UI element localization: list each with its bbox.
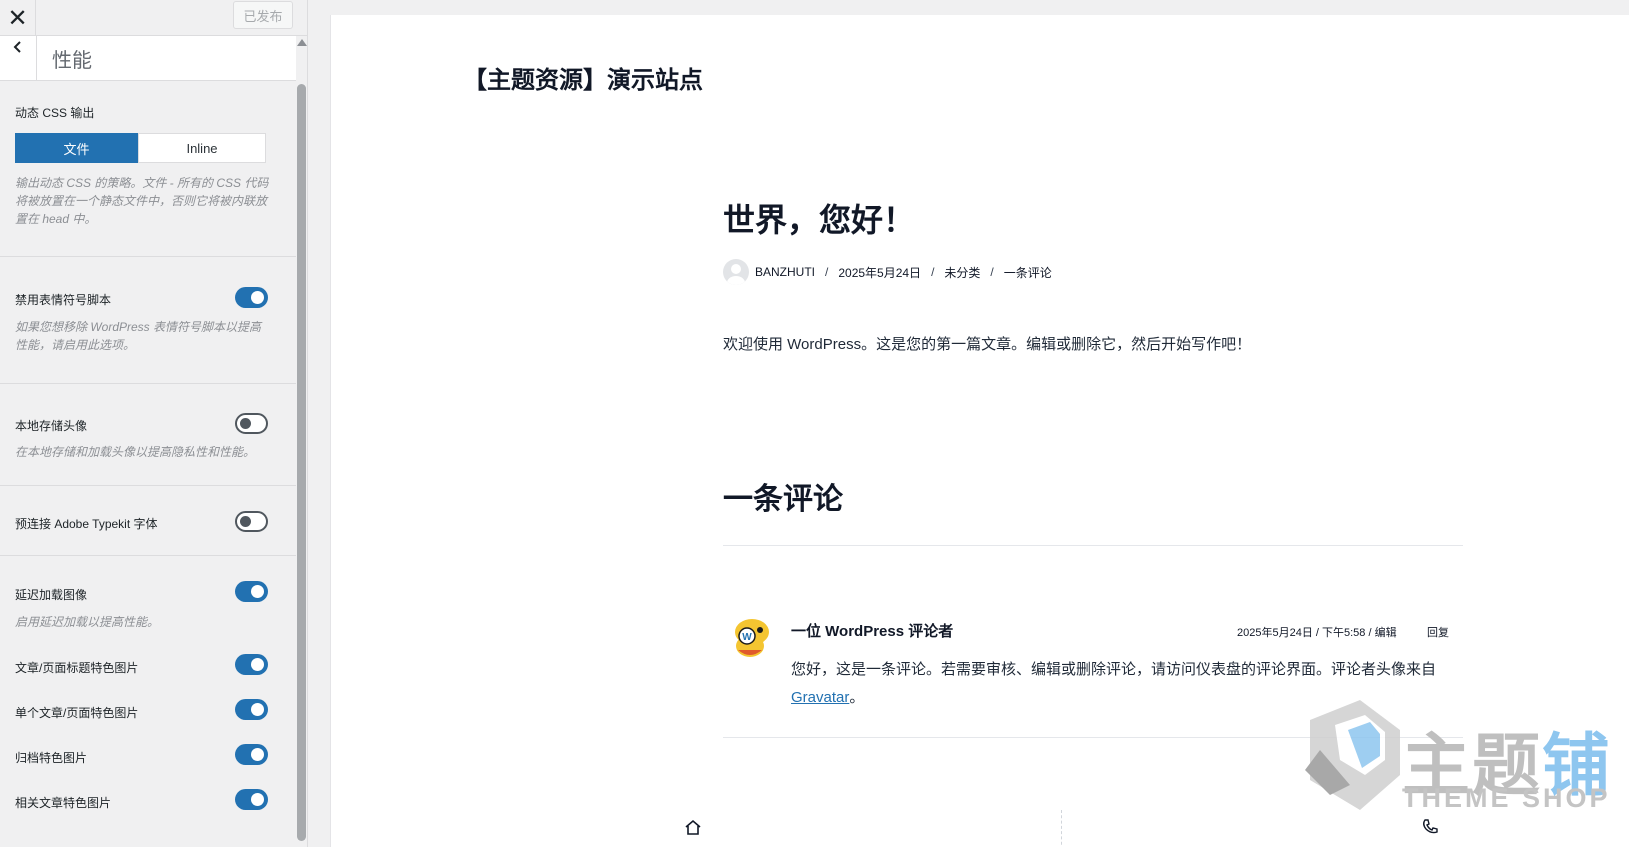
close-customizer-button[interactable]: ✕: [0, 0, 36, 36]
featured-archive-label: 归档特色图片: [15, 751, 88, 765]
divider: [0, 485, 296, 486]
comment-text-before: 您好，这是一条评论。若需要审核、编辑或删除评论，请访问仪表盘的评论界面。评论者头…: [791, 661, 1437, 678]
phone-icon[interactable]: [1421, 818, 1439, 836]
featured-title-toggle[interactable]: [235, 654, 268, 675]
chevron-left-icon: [13, 41, 21, 53]
preconnect-typekit-label: 预连接 Adobe Typekit 字体: [15, 517, 158, 531]
divider: [0, 256, 296, 257]
preconnect-typekit-toggle[interactable]: [235, 511, 268, 532]
home-icon[interactable]: [684, 818, 702, 836]
featured-related-toggle[interactable]: [235, 789, 268, 810]
comment-date[interactable]: 2025年5月24日 / 下午5:58 / 编辑: [1237, 624, 1397, 640]
scrollbar-thumb[interactable]: [297, 84, 306, 841]
comments-heading: 一条评论: [723, 483, 843, 516]
divider: [0, 383, 296, 384]
close-icon: ✕: [7, 4, 28, 32]
svg-text:W: W: [742, 632, 752, 643]
featured-archive-toggle[interactable]: [235, 744, 268, 765]
featured-single-label: 单个文章/页面特色图片: [15, 706, 139, 720]
local-avatars-description: 在本地存储和加载头像以提高隐私性和性能。: [15, 445, 256, 459]
meta-separator: /: [990, 265, 994, 279]
post-category[interactable]: 未分类: [944, 264, 980, 281]
gravatar-link[interactable]: Gravatar: [791, 689, 849, 706]
disable-emoji-label: 禁用表情符号脚本: [15, 293, 112, 307]
publish-button[interactable]: 已发布: [233, 1, 293, 29]
lazy-load-label: 延迟加载图像: [15, 588, 88, 602]
section-title: 性能: [52, 50, 92, 72]
customizer-sidebar: ✕ 已发布 性能 动态 CSS 输出 文件 Inline 输出动态 CSS 的策…: [0, 0, 308, 847]
back-button[interactable]: [0, 36, 37, 81]
css-output-file-option[interactable]: 文件: [15, 133, 138, 163]
featured-title-label: 文章/页面标题特色图片: [15, 661, 139, 675]
footer-divider: [1061, 810, 1062, 847]
meta-separator: /: [931, 265, 935, 279]
local-avatars-label: 本地存储头像: [15, 419, 88, 433]
comment-reply-link[interactable]: 回复: [1427, 624, 1449, 640]
comment-author[interactable]: 一位 WordPress 评论者: [791, 620, 953, 641]
watermark-subtext: THEME SHOP: [1402, 783, 1611, 813]
scroll-up-arrow-icon[interactable]: [297, 39, 307, 46]
author-avatar: [723, 259, 749, 285]
post-content: 欢迎使用 WordPress。这是您的第一篇文章。编辑或删除它，然后开始写作吧！: [723, 336, 1252, 353]
post-comments-link[interactable]: 一条评论: [1004, 264, 1052, 281]
site-title[interactable]: 【主题资源】演示站点: [463, 60, 703, 95]
lazy-load-toggle[interactable]: [235, 581, 268, 602]
post-date[interactable]: 2025年5月24日: [838, 264, 921, 281]
post-author[interactable]: BANZHUTI: [755, 265, 815, 279]
featured-single-toggle[interactable]: [235, 699, 268, 720]
customizer-topbar: ✕ 已发布: [0, 0, 307, 36]
commenter-avatar: W: [735, 619, 769, 657]
comment-text-after: 。: [849, 689, 865, 706]
section-header: 性能: [0, 36, 296, 81]
css-output-inline-option[interactable]: Inline: [138, 133, 266, 163]
lazy-load-description: 启用延迟加载以提高性能。: [15, 615, 160, 629]
featured-related-label: 相关文章特色图片: [15, 796, 112, 810]
css-output-label: 动态 CSS 输出: [15, 106, 95, 120]
divider: [723, 545, 1463, 546]
post-title[interactable]: 世界，您好！: [723, 195, 915, 241]
disable-emoji-toggle[interactable]: [235, 287, 268, 308]
disable-emoji-description: 如果您想移除 WordPress 表情符号脚本以提高性能，请启用此选项。: [15, 320, 262, 352]
meta-separator: /: [825, 265, 829, 279]
css-output-description: 输出动态 CSS 的策略。文件 - 所有的 CSS 代码将被放置在一个静态文件中…: [15, 176, 269, 226]
local-avatars-toggle[interactable]: [235, 413, 268, 434]
post-meta: BANZHUTI / 2025年5月24日 / 未分类 / 一条评论: [723, 259, 1052, 285]
divider: [0, 555, 296, 556]
